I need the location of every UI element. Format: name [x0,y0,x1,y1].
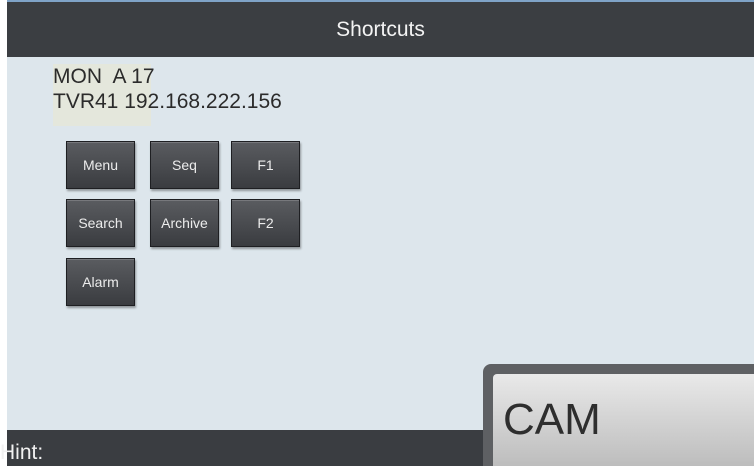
device-label: TVR41 192.168.222.156 [53,90,282,113]
header-bar: Shortcuts [7,2,754,57]
info-panel: MON A 17 TVR41 192.168.222.156 [53,64,282,114]
shortcuts-window: Shortcuts MON A 17 TVR41 192.168.222.156… [7,0,754,466]
cam-panel: CAM [483,364,754,466]
monitor-label: MON A 17 [53,65,155,88]
f2-button[interactable]: F2 [231,199,300,247]
hint-label: Hint: [0,441,44,464]
seq-button[interactable]: Seq [150,141,219,189]
search-button[interactable]: Search [66,199,135,247]
archive-button[interactable]: Archive [150,199,219,247]
f1-button[interactable]: F1 [231,141,300,189]
alarm-button[interactable]: Alarm [66,258,135,306]
cam-button[interactable]: CAM [493,374,754,466]
page-title: Shortcuts [336,17,425,41]
menu-button[interactable]: Menu [66,141,135,189]
